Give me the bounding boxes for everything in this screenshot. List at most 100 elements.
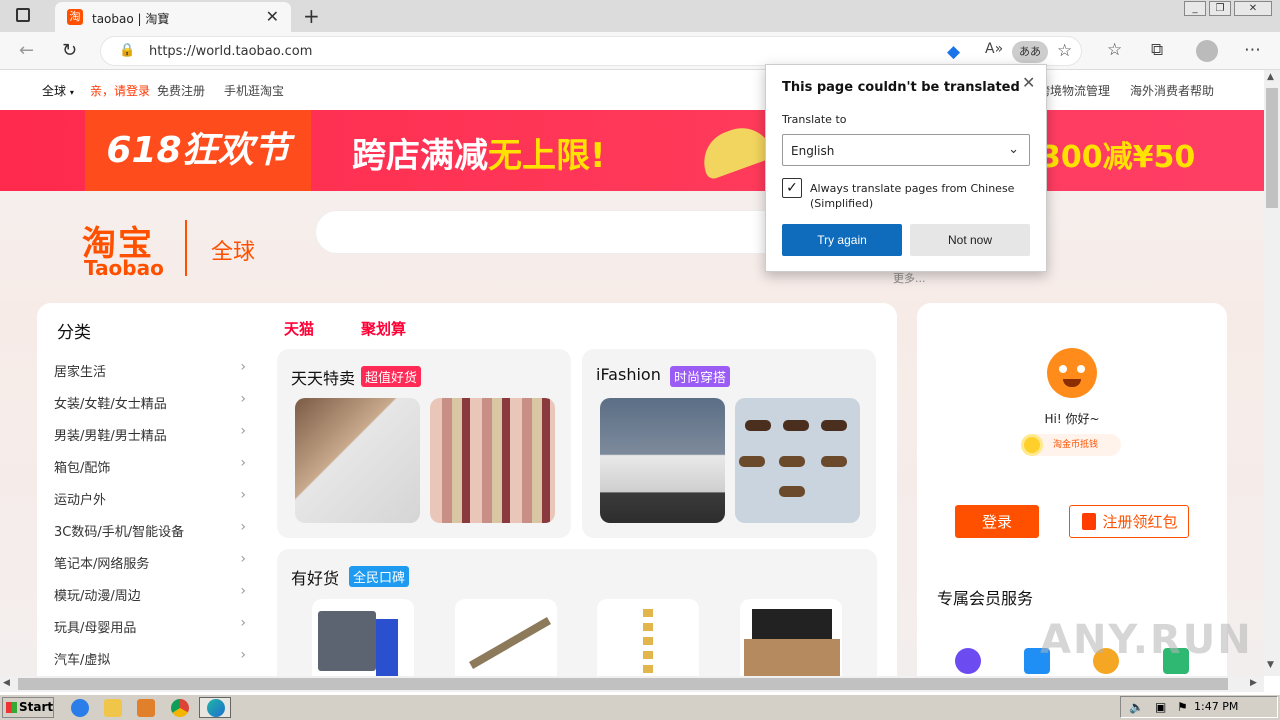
- coin-icon: [1021, 434, 1043, 456]
- category-item[interactable]: 3C数码/手机/智能设备 ›: [54, 519, 254, 540]
- category-item[interactable]: 箱包/配饰 ›: [54, 455, 254, 476]
- category-item[interactable]: 男装/男鞋/男士精品 ›: [54, 423, 254, 444]
- product-image[interactable]: [735, 398, 860, 523]
- banner-festival: 618狂欢节: [85, 110, 311, 191]
- horizontal-scrollbar[interactable]: ◀ ▶: [0, 676, 1264, 692]
- language-select[interactable]: English ⌄: [782, 134, 1030, 166]
- scroll-thumb[interactable]: [1266, 88, 1278, 208]
- bead-image: [821, 420, 847, 431]
- chocolate-image: [744, 639, 840, 676]
- not-now-button[interactable]: Not now: [910, 224, 1030, 256]
- search-input[interactable]: [315, 210, 815, 254]
- scroll-thumb[interactable]: [18, 678, 1228, 690]
- ie-icon[interactable]: [71, 699, 89, 717]
- product-image[interactable]: [312, 599, 414, 676]
- category-label: 汽车/虚拟: [54, 653, 111, 668]
- collections-icon[interactable]: ⧉: [1151, 40, 1163, 60]
- category-item[interactable]: 运动户外 ›: [54, 487, 254, 508]
- read-aloud-icon[interactable]: A»: [985, 41, 1003, 57]
- logistics-link[interactable]: 跨境物流管理: [1038, 82, 1110, 99]
- tmall-link[interactable]: 天猫: [284, 318, 314, 339]
- banner-discount: 300减¥50: [1040, 140, 1196, 175]
- category-item[interactable]: 模玩/动漫/周边 ›: [54, 583, 254, 604]
- folder-icon[interactable]: [104, 699, 122, 717]
- mobile-link[interactable]: 手机逛淘宝: [224, 82, 284, 99]
- flag-icon[interactable]: ⚑: [1177, 700, 1188, 714]
- edge-taskbar-button[interactable]: [199, 697, 231, 718]
- juhuasuan-link[interactable]: 聚划算: [361, 318, 406, 339]
- promo-banner[interactable]: 618狂欢节 跨店满减无上限! 300减¥50: [0, 110, 1264, 191]
- translate-icon[interactable]: ああ: [1012, 41, 1048, 63]
- daily-deals-panel[interactable]: 天天特卖 超值好货: [277, 349, 571, 538]
- taobao-favicon-icon: 淘: [67, 9, 83, 25]
- good-products-panel[interactable]: 有好货 全民口碑: [277, 549, 877, 676]
- restore-icon[interactable]: ❐: [1209, 1, 1231, 16]
- category-label: 模玩/动漫/周边: [54, 589, 141, 604]
- product-image[interactable]: [295, 398, 420, 523]
- panel-tag: 超值好货: [361, 366, 422, 387]
- try-again-button[interactable]: Try again: [782, 224, 902, 256]
- category-item[interactable]: 笔记本/网络服务 ›: [54, 551, 254, 572]
- favorites-icon[interactable]: ☆: [1107, 40, 1122, 60]
- bead-image: [779, 456, 805, 467]
- taobao-mascot-avatar: [1047, 348, 1097, 398]
- start-button[interactable]: Start: [2, 697, 54, 718]
- vertical-scrollbar[interactable]: ▲ ▼: [1264, 70, 1280, 676]
- device-image: [318, 611, 376, 671]
- panel-tag: 时尚穿搭: [670, 366, 731, 387]
- product-image[interactable]: [600, 398, 725, 523]
- product-image[interactable]: [597, 599, 699, 676]
- scroll-right-icon[interactable]: ▶: [1250, 678, 1257, 688]
- category-item[interactable]: 汽车/虚拟 ›: [54, 647, 254, 668]
- scroll-down-icon[interactable]: ▼: [1267, 660, 1274, 670]
- category-item[interactable]: 玩具/母婴用品 ›: [54, 615, 254, 636]
- close-icon[interactable]: ✕: [1022, 73, 1035, 92]
- help-link[interactable]: 海外消费者帮助: [1130, 82, 1214, 99]
- category-item[interactable]: 居家生活 ›: [54, 359, 254, 380]
- browser-tab[interactable]: 淘 taobao | 淘寶 ✕: [55, 2, 291, 32]
- media-player-icon[interactable]: [137, 699, 155, 717]
- url-text[interactable]: https://world.taobao.com: [149, 44, 312, 59]
- region-selector[interactable]: 全球 ▾: [42, 82, 74, 99]
- minimize-icon[interactable]: _: [1184, 1, 1206, 16]
- chevron-down-icon: ⌄: [1008, 142, 1019, 157]
- windows-logo-icon: [6, 702, 17, 713]
- login-link[interactable]: 亲，请登录: [90, 82, 150, 99]
- chrome-icon[interactable]: [171, 699, 189, 717]
- tab-actions-icon[interactable]: [16, 8, 30, 22]
- more-link[interactable]: 更多...: [893, 270, 926, 286]
- close-window-icon[interactable]: ✕: [1234, 1, 1272, 16]
- scroll-left-icon[interactable]: ◀: [3, 678, 10, 688]
- greeting: Hi! 你好~: [1044, 412, 1100, 426]
- category-item[interactable]: 女装/女鞋/女士精品 ›: [54, 391, 254, 412]
- banner-highlight: 无上限!: [488, 136, 606, 176]
- refresh-icon[interactable]: ↻: [62, 40, 77, 61]
- service-rocket-icon[interactable]: [955, 648, 981, 674]
- volume-icon[interactable]: 🔈: [1129, 700, 1144, 714]
- network-icon[interactable]: ▣: [1155, 700, 1166, 714]
- product-image[interactable]: [455, 599, 557, 676]
- always-translate-checkbox[interactable]: ✓: [782, 178, 802, 198]
- more-menu-icon[interactable]: ⋯: [1244, 40, 1261, 60]
- register-label: 注册领红包: [1102, 514, 1178, 531]
- new-tab-icon[interactable]: +: [303, 4, 320, 28]
- scroll-up-icon[interactable]: ▲: [1267, 72, 1274, 82]
- shopping-tag-icon[interactable]: ◆: [947, 42, 960, 62]
- close-tab-icon[interactable]: ✕: [266, 7, 279, 26]
- language-value: English: [791, 144, 835, 158]
- profile-avatar-icon[interactable]: [1196, 40, 1218, 62]
- address-bar[interactable]: 🔒 https://world.taobao.com ◆ A» ああ ☆: [100, 36, 1082, 66]
- region-label: 全球: [42, 84, 67, 98]
- add-favorite-icon[interactable]: ☆: [1057, 41, 1072, 61]
- logo-divider: [185, 220, 187, 276]
- back-icon[interactable]: ←: [19, 40, 34, 61]
- ifashion-panel[interactable]: iFashion 时尚穿搭: [582, 349, 876, 538]
- product-image[interactable]: [430, 398, 555, 523]
- login-button[interactable]: 登录: [955, 505, 1039, 538]
- register-button[interactable]: 注册领红包: [1069, 505, 1189, 538]
- register-link[interactable]: 免费注册: [157, 82, 205, 99]
- product-image[interactable]: [740, 599, 842, 676]
- chandelier-image: [643, 609, 653, 676]
- lock-icon[interactable]: 🔒: [119, 43, 135, 58]
- device-image: [376, 619, 398, 676]
